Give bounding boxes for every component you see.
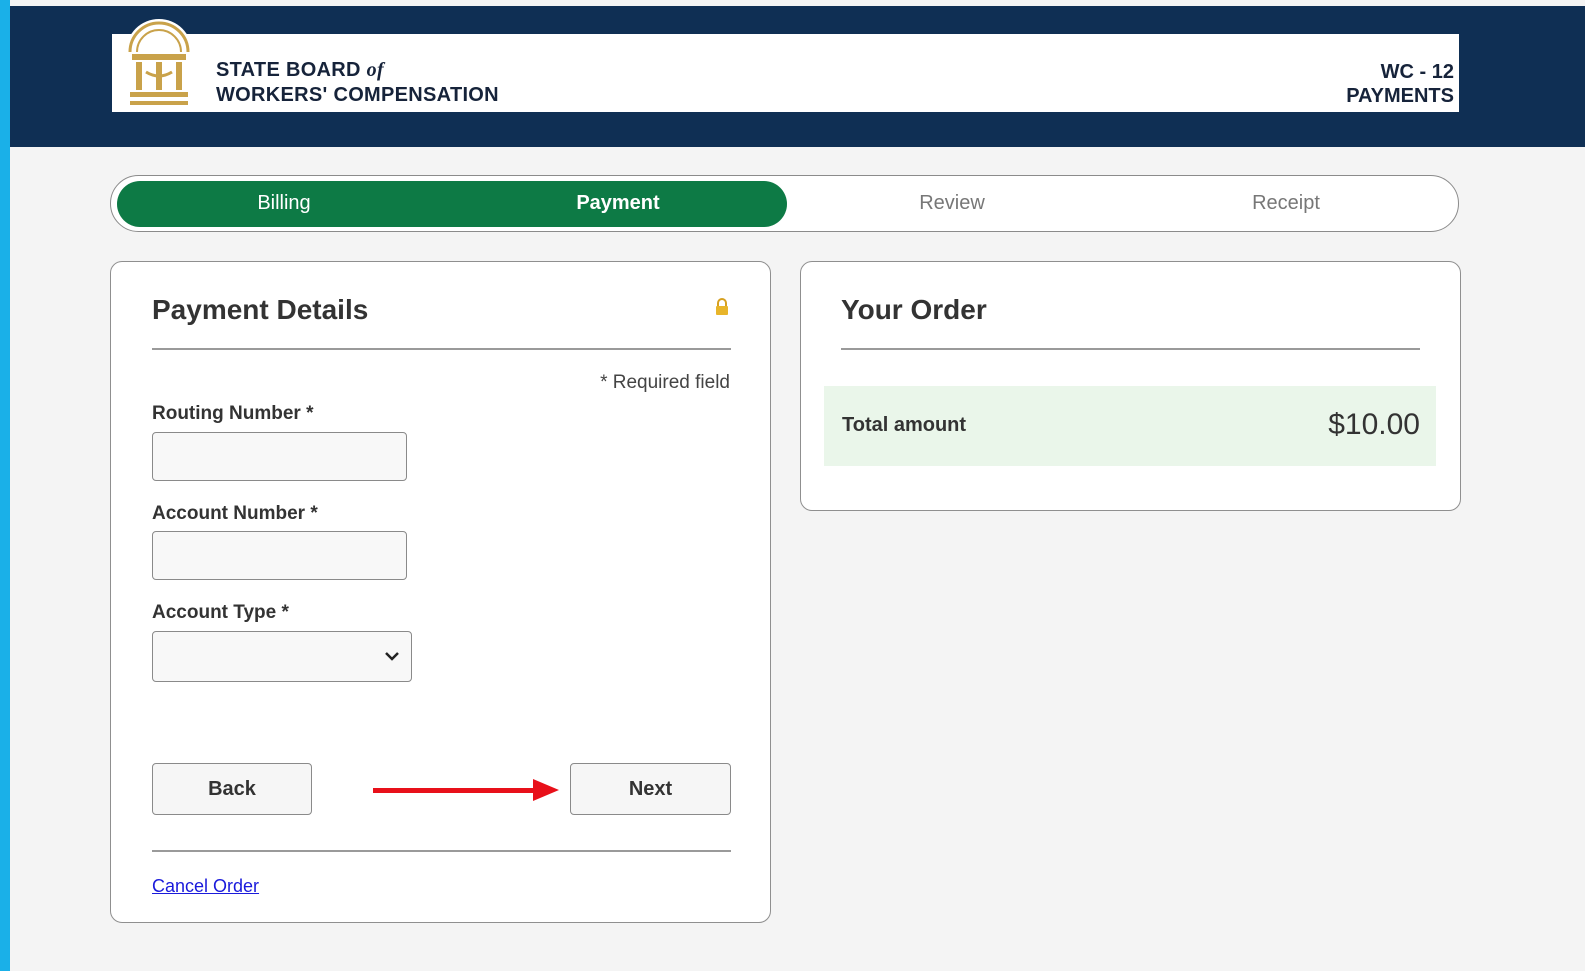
account-type-label: Account Type *	[152, 602, 289, 623]
account-number-label: Account Number *	[152, 503, 318, 524]
org-of: of	[366, 59, 384, 81]
organization-name: STATE BOARD of WORKERS' COMPENSATION	[216, 58, 499, 108]
routing-number-label: Routing Number *	[152, 403, 314, 424]
form-title: PAYMENTS	[1346, 85, 1454, 107]
form-code: WC - 12	[1380, 61, 1454, 83]
chevron-down-icon	[385, 652, 399, 661]
form-identifier: WC - 12 PAYMENTS	[1346, 60, 1454, 108]
step-payment: Payment	[576, 192, 660, 214]
footer-divider	[152, 850, 731, 852]
routing-number-input[interactable]	[152, 432, 407, 481]
org-line2: WORKERS' COMPENSATION	[216, 84, 499, 106]
payment-details-card: Payment Details * Required field Routing…	[110, 261, 771, 923]
next-button[interactable]: Next	[570, 763, 731, 815]
account-number-input[interactable]	[152, 531, 407, 580]
checkout-progress-stepper: Billing Payment Review Receipt	[110, 175, 1459, 232]
annotation-arrow-icon	[373, 779, 559, 801]
total-amount-row: Total amount $10.00	[824, 386, 1436, 466]
georgia-state-seal-icon	[126, 19, 192, 112]
cancel-order-link[interactable]: Cancel Order	[152, 876, 259, 897]
required-field-note: * Required field	[600, 372, 730, 393]
left-accent-strip	[0, 0, 10, 971]
total-amount-label: Total amount	[842, 414, 967, 436]
step-review: Review	[919, 192, 985, 214]
org-line1: STATE BOARD	[216, 59, 367, 81]
back-button[interactable]: Back	[152, 763, 312, 815]
step-billing: Billing	[257, 192, 311, 214]
lock-icon	[716, 298, 728, 315]
step-receipt: Receipt	[1252, 192, 1320, 214]
order-divider	[841, 348, 1420, 350]
account-type-select[interactable]	[152, 631, 412, 682]
total-amount-value: $10.00	[1328, 408, 1420, 441]
payment-details-title: Payment Details	[152, 294, 369, 325]
title-divider	[152, 348, 731, 350]
your-order-title: Your Order	[841, 294, 987, 325]
your-order-card: Your Order Total amount $10.00	[800, 261, 1461, 511]
